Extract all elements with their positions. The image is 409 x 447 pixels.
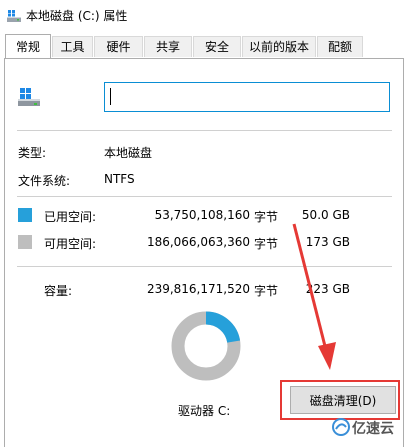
free-space-unit: 字节 (254, 237, 279, 251)
drive-icon (18, 88, 40, 106)
used-space-swatch (18, 208, 32, 222)
watermark-logo-icon (332, 418, 350, 436)
filesystem-value: NTFS (104, 172, 135, 186)
free-space-bytes: 186,066,063,360 (146, 235, 250, 249)
free-space-label: 可用空间: (44, 237, 97, 251)
drive-letter-label: 驱动器 C: (178, 404, 231, 418)
tab-bar: 常规 工具 硬件 共享 安全 以前的版本 配额 (0, 34, 409, 59)
tab-security[interactable]: 安全 (193, 36, 241, 57)
text-caret (110, 88, 111, 105)
watermark-text: 亿速云 (352, 421, 394, 437)
title-bar: 本地磁盘 (C:) 属性 (0, 0, 409, 32)
separator (17, 196, 392, 197)
type-label: 类型: (18, 146, 47, 160)
filesystem-label: 文件系统: (18, 174, 71, 188)
tab-previous-versions[interactable]: 以前的版本 (242, 36, 316, 57)
tab-hardware[interactable]: 硬件 (94, 36, 143, 57)
tab-tools[interactable]: 工具 (52, 36, 93, 57)
free-space-swatch (18, 235, 32, 249)
tab-quota[interactable]: 配额 (317, 36, 363, 57)
watermark: 亿速云 (330, 412, 408, 442)
separator (17, 130, 392, 131)
tab-sharing[interactable]: 共享 (144, 36, 192, 57)
annotation-arrow-icon (292, 223, 336, 370)
usage-donut-chart (171, 311, 241, 381)
drive-name-input[interactable] (104, 82, 390, 112)
capacity-unit: 字节 (254, 284, 279, 298)
drive-properties-icon (7, 10, 21, 22)
used-space-unit: 字节 (254, 210, 279, 224)
capacity-bytes: 239,816,171,520 (146, 282, 250, 296)
capacity-label: 容量: (44, 284, 73, 298)
tab-general[interactable]: 常规 (5, 34, 51, 58)
used-space-label: 已用空间: (44, 210, 97, 224)
window-title: 本地磁盘 (C:) 属性 (26, 9, 128, 23)
used-space-bytes: 53,750,108,160 (154, 208, 250, 222)
type-value: 本地磁盘 (104, 146, 153, 160)
